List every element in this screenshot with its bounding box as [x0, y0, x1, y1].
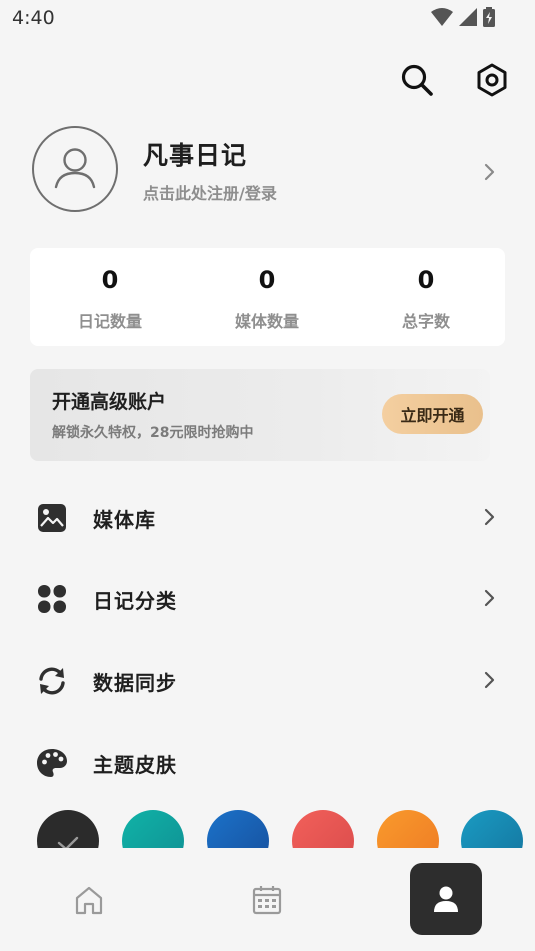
search-icon: [401, 64, 433, 96]
login-prompt[interactable]: 点击此处注册/登录: [143, 180, 277, 204]
menu-label: 日记分类: [93, 589, 177, 613]
stat-media-count: 0 媒体数量: [187, 248, 347, 346]
bottom-nav: [0, 848, 535, 951]
menu-label: 数据同步: [93, 671, 177, 695]
signal-icon: [459, 8, 477, 26]
stats-card: 0 日记数量 0 媒体数量 0 总字数: [30, 248, 505, 346]
chevron-right-icon: [484, 508, 495, 526]
settings-hexagon-icon: [477, 63, 507, 97]
theme-swatch-teal[interactable]: [122, 810, 184, 848]
image-icon: [38, 504, 66, 532]
menu-icon-wrap: [36, 583, 68, 615]
nav-profile-button[interactable]: [410, 863, 482, 935]
premium-banner[interactable]: 开通高级账户 解锁永久特权，28元限时抢购中 立即开通: [30, 369, 490, 461]
stat-value: 0: [101, 266, 119, 294]
check-icon: [57, 836, 79, 848]
home-icon: [75, 886, 103, 915]
theme-swatch-blue[interactable]: [207, 810, 269, 848]
status-icons: [431, 7, 495, 27]
profile-name: 凡事日记: [143, 141, 248, 170]
menu-item-theme-skin[interactable]: 主题皮肤: [30, 734, 505, 790]
menu-label: 媒体库: [93, 508, 156, 532]
sync-icon: [39, 667, 65, 695]
theme-swatch-red[interactable]: [292, 810, 354, 848]
avatar[interactable]: [32, 126, 118, 212]
palette-icon: [37, 749, 67, 777]
menu-icon-wrap: [36, 665, 68, 697]
premium-title: 开通高级账户: [52, 391, 167, 413]
stat-value: 0: [417, 266, 435, 294]
wifi-icon: [431, 8, 453, 26]
menu-label: 主题皮肤: [93, 753, 177, 777]
theme-swatch-orange[interactable]: [377, 810, 439, 848]
menu-item-media-library[interactable]: 媒体库: [30, 489, 505, 545]
profile-header[interactable]: 凡事日记 点击此处注册/登录: [32, 126, 504, 218]
menu-icon-wrap: [36, 502, 68, 534]
theme-swatch-black[interactable]: [37, 810, 99, 848]
theme-swatch-row: [0, 808, 535, 848]
settings-button[interactable]: [472, 60, 512, 100]
chevron-right-icon: [484, 589, 495, 607]
chevron-right-icon: [484, 163, 495, 181]
calendar-icon: [252, 886, 282, 915]
status-bar: 4:40: [0, 0, 535, 36]
stat-label: 日记数量: [77, 312, 142, 331]
menu-icon-wrap: [36, 747, 68, 779]
search-button[interactable]: [397, 60, 437, 100]
nav-calendar-button[interactable]: [231, 864, 303, 936]
nav-home-button[interactable]: [53, 864, 125, 936]
battery-charging-icon: [483, 7, 495, 27]
stat-label: 总字数: [401, 312, 450, 331]
stat-label: 媒体数量: [234, 312, 299, 331]
menu-item-data-sync[interactable]: 数据同步: [30, 652, 505, 708]
premium-subtitle: 解锁永久特权，28元限时抢购中: [52, 425, 254, 441]
chevron-right-icon: [484, 671, 495, 689]
stat-word-count: 0 总字数: [346, 248, 506, 346]
stat-diary-count: 0 日记数量: [30, 248, 190, 346]
stat-value: 0: [258, 266, 276, 294]
menu-item-diary-category[interactable]: 日记分类: [30, 570, 505, 626]
grid-clover-icon: [38, 585, 66, 613]
activate-premium-button[interactable]: 立即开通: [382, 394, 483, 434]
theme-swatch-ocean[interactable]: [461, 810, 523, 848]
user-icon: [54, 148, 96, 189]
status-time: 4:40: [12, 7, 55, 29]
profile-icon: [434, 886, 458, 912]
